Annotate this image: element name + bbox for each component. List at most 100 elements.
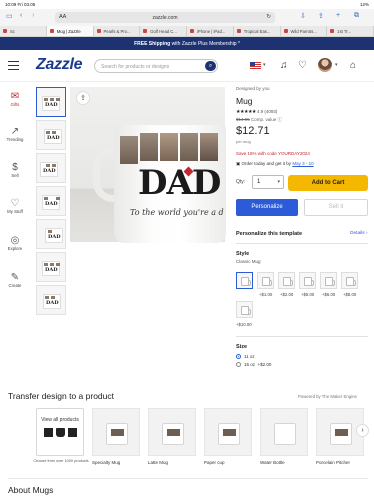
rating-count: 4.9 (4093) bbox=[256, 109, 278, 114]
product-label[interactable]: Specialty Mug bbox=[92, 460, 120, 465]
mug-photo bbox=[120, 136, 138, 164]
new-tab-icon[interactable]: + bbox=[336, 12, 340, 19]
product-card-water-bottle[interactable] bbox=[260, 408, 308, 456]
personalize-button[interactable]: Personalize bbox=[236, 199, 298, 216]
tab-4[interactable]: iPhone | iPad... bbox=[187, 26, 234, 36]
nav-explore[interactable]: ◎ Explore bbox=[0, 235, 30, 251]
promo-banner[interactable]: FREE Shipping with Zazzle Plus Membershi… bbox=[0, 37, 374, 50]
chevron-down-icon[interactable]: ▾ bbox=[263, 62, 266, 68]
zazzle-logo[interactable]: Zazzle bbox=[36, 56, 83, 74]
product-card-paper-cup[interactable] bbox=[204, 408, 252, 456]
details-link[interactable]: Details › bbox=[350, 231, 368, 236]
powered-by: Powered by The Maker Engine bbox=[298, 394, 357, 399]
product-label[interactable]: Porcelain Pitcher bbox=[316, 460, 350, 465]
back-arrow-icon[interactable]: ‹ bbox=[20, 12, 22, 19]
product-thumbnail[interactable] bbox=[36, 252, 66, 282]
designed-by: Designed by you bbox=[236, 86, 270, 91]
product-label[interactable]: Paper cup bbox=[204, 460, 225, 465]
size-radio-15oz[interactable] bbox=[236, 362, 241, 367]
product-thumbnail[interactable] bbox=[36, 285, 66, 315]
style-value: Classic Mug bbox=[236, 259, 261, 264]
product-title: Mug bbox=[236, 96, 253, 106]
divider bbox=[236, 336, 368, 337]
tab-5[interactable]: Tropical Eas... bbox=[234, 26, 281, 36]
share-icon[interactable]: ⇪ bbox=[318, 12, 324, 20]
explore-icon: ◎ bbox=[10, 235, 20, 246]
menu-icon[interactable] bbox=[8, 61, 19, 72]
style-option-classic[interactable] bbox=[236, 272, 253, 289]
product-label[interactable]: Water Bottle bbox=[260, 460, 285, 465]
forward-arrow-icon[interactable]: › bbox=[32, 12, 34, 19]
tshirt-icon bbox=[43, 428, 53, 437]
tab-0[interactable]: Sc bbox=[0, 26, 47, 36]
style-option[interactable] bbox=[257, 272, 274, 289]
comp-value[interactable]: Comp. value ⓘ bbox=[251, 117, 282, 122]
tab-active[interactable]: Mug | Zazzle bbox=[46, 26, 94, 36]
strikethrough-price: $14.95 bbox=[236, 117, 250, 122]
style-option[interactable] bbox=[341, 272, 358, 289]
per-unit: per mug bbox=[236, 139, 251, 144]
bell-icon[interactable]: ♫ bbox=[280, 60, 288, 71]
style-option[interactable] bbox=[278, 272, 295, 289]
style-option[interactable] bbox=[299, 272, 316, 289]
url-text: zazzle.com bbox=[152, 14, 178, 21]
size-radio-11oz[interactable] bbox=[236, 354, 241, 359]
delivery-date-link[interactable]: May 3 - 10 bbox=[292, 161, 313, 166]
tabs-overview-icon[interactable]: ⧉ bbox=[354, 12, 359, 20]
nav-my-stuff[interactable]: ♡ My Stuff bbox=[0, 198, 30, 214]
status-time: 10:09 Fri 03.05 bbox=[5, 2, 36, 7]
sidebar-toggle-icon[interactable]: ▭ bbox=[6, 12, 13, 20]
reload-icon[interactable]: ↻ bbox=[266, 14, 271, 20]
cart-icon[interactable]: ⌂ bbox=[350, 60, 356, 71]
chevron-down-icon: ▾ bbox=[277, 179, 280, 185]
carousel-next-icon[interactable]: › bbox=[356, 424, 369, 437]
nav-explore-label: Explore bbox=[7, 246, 23, 251]
product-thumbnail[interactable] bbox=[36, 120, 66, 150]
search-icon[interactable]: ⌕ bbox=[205, 61, 216, 71]
sell-it-button[interactable]: Sell it bbox=[304, 199, 368, 216]
heart-icon: ♡ bbox=[10, 198, 20, 209]
product-thumbnail[interactable] bbox=[36, 219, 66, 249]
product-card-latte-mug[interactable] bbox=[148, 408, 196, 456]
tab-7[interactable]: 1st Tr... bbox=[327, 26, 374, 36]
nav-gifts[interactable]: ✉ Gifts bbox=[0, 91, 30, 107]
account-chevron-icon[interactable]: ▾ bbox=[335, 62, 338, 68]
tab-6[interactable]: Wild Parrots... bbox=[281, 26, 328, 36]
style-option[interactable] bbox=[320, 272, 337, 289]
nav-create[interactable]: ✎ Create bbox=[0, 272, 30, 288]
mug-script-text: To the world you're a d bbox=[130, 208, 224, 217]
product-thumbnail[interactable] bbox=[36, 186, 66, 216]
nav-trending[interactable]: ↗ Trending bbox=[0, 126, 30, 142]
download-icon[interactable]: ⇩ bbox=[300, 12, 306, 20]
product-icons bbox=[37, 428, 83, 437]
product-thumbnail[interactable] bbox=[36, 153, 66, 183]
add-to-cart-button[interactable]: Add to Cart bbox=[288, 175, 368, 191]
bag-icon bbox=[67, 428, 77, 437]
product-thumbnail[interactable] bbox=[36, 87, 66, 117]
quantity-select[interactable]: 1 ▾ bbox=[252, 175, 284, 189]
product-label[interactable]: Latte Mug bbox=[148, 460, 168, 465]
share-icon[interactable]: ⇪ bbox=[76, 91, 90, 105]
old-price: $14.95 Comp. value ⓘ bbox=[236, 117, 282, 123]
rating-stars[interactable]: ★★★★★ 4.9 (4093) bbox=[236, 109, 277, 115]
tab-3[interactable]: Golf Head C... bbox=[140, 26, 187, 36]
address-bar[interactable]: AA zazzle.com ↻ bbox=[55, 12, 275, 23]
product-card-specialty-mug[interactable] bbox=[92, 408, 140, 456]
us-flag-icon[interactable] bbox=[250, 62, 261, 69]
view-all-products-button[interactable]: View all products bbox=[36, 408, 84, 456]
size-option-label[interactable]: 11 oz bbox=[244, 354, 255, 359]
order-by: ▣ Order today and get it by May 3 - 10 bbox=[236, 161, 314, 167]
tab-2[interactable]: Pearls & Pro... bbox=[94, 26, 141, 36]
divider bbox=[236, 243, 368, 244]
wishlist-heart-icon[interactable]: ♡ bbox=[298, 60, 307, 71]
style-option[interactable] bbox=[236, 301, 253, 318]
size-option-label[interactable]: 15 oz +$2.00 bbox=[244, 362, 271, 367]
mug-photo bbox=[160, 133, 178, 161]
nav-sell[interactable]: $ Sell bbox=[0, 162, 30, 178]
about-heading: About Mugs bbox=[8, 485, 54, 495]
status-bar: 10:09 Fri 03.05 12% bbox=[0, 0, 374, 9]
status-battery: 12% bbox=[359, 2, 369, 7]
search-input[interactable]: Search for products or designs ⌕ bbox=[94, 59, 218, 73]
avatar[interactable] bbox=[318, 58, 332, 72]
mug-photo bbox=[140, 133, 158, 161]
